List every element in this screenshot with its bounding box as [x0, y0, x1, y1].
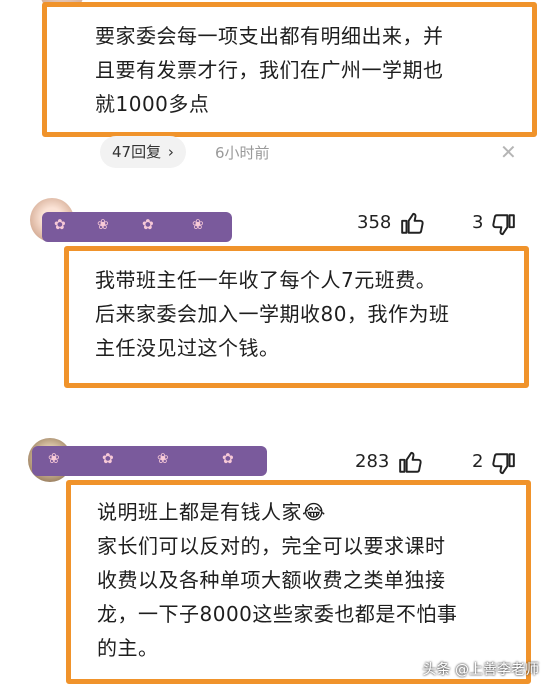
comment-2-line-1: 我带班主任一年收了每个人7元班费。	[95, 268, 437, 292]
comment-1-reply-button[interactable]: 47回复 ›	[100, 136, 186, 168]
comment-1-text: 要家委会每一项支出都有明细出来，并 且要有发票才行，我们在广州一学期也 就100…	[95, 19, 444, 121]
thumb-down-icon[interactable]	[490, 451, 516, 477]
comment-2-like-count: 358	[357, 212, 392, 233]
comment-2-text: 我带班主任一年收了每个人7元班费。 后来家委会加入一学期收80，我作为班 主任没…	[95, 263, 449, 365]
comment-3-highlight: 说明班上都是有钱人家😂 家长们可以反对的，完全可以要求课时 收费以及各种单项大额…	[66, 480, 531, 684]
comment-3-like-count: 283	[355, 451, 390, 472]
thumb-up-icon[interactable]	[398, 449, 424, 475]
comment-1-line-3: 就1000多点	[95, 92, 210, 116]
comment-2-line-2: 后来家委会加入一学期收80，我作为班	[95, 302, 450, 326]
comment-3-line-3: 收费以及各种单项大额收费之类单独接	[97, 568, 446, 592]
username-mask-2: ✿ ❀ ✿ ❀	[42, 212, 232, 242]
comment-3-line-5: 的主。	[97, 636, 159, 660]
comment-3-line-4: 龙，一下子8000这些家委也都是不怕事	[97, 602, 458, 626]
watermark: 头条 @上善李老师	[422, 662, 539, 678]
chevron-right-icon: ›	[167, 143, 174, 161]
close-icon[interactable]: ✕	[500, 140, 517, 164]
comment-2-line-3: 主任没见过这个钱。	[95, 336, 280, 360]
comment-3-line-1: 说明班上都是有钱人家😂	[97, 500, 326, 524]
comment-3-text: 说明班上都是有钱人家😂 家长们可以反对的，完全可以要求课时 收费以及各种单项大额…	[97, 495, 457, 665]
thumb-up-icon[interactable]	[400, 210, 426, 236]
comment-1-highlight: 要家委会每一项支出都有明细出来，并 且要有发票才行，我们在广州一学期也 就100…	[42, 2, 537, 137]
comment-1-reply-label: 47回复	[112, 143, 162, 161]
username-mask-3: ❀ ✿ ❀ ✿	[32, 446, 267, 476]
comment-3-dislike-count: 2	[472, 451, 484, 472]
comment-1-line-2: 且要有发票才行，我们在广州一学期也	[95, 58, 444, 82]
comment-1-time: 6小时前	[215, 144, 270, 162]
comment-3-line-2: 家长们可以反对的，完全可以要求课时	[97, 534, 446, 558]
thumb-down-icon[interactable]	[490, 212, 516, 238]
comment-2-highlight: 我带班主任一年收了每个人7元班费。 后来家委会加入一学期收80，我作为班 主任没…	[64, 246, 529, 388]
comment-1-line-1: 要家委会每一项支出都有明细出来，并	[95, 24, 444, 48]
comment-2-dislike-count: 3	[472, 212, 484, 233]
